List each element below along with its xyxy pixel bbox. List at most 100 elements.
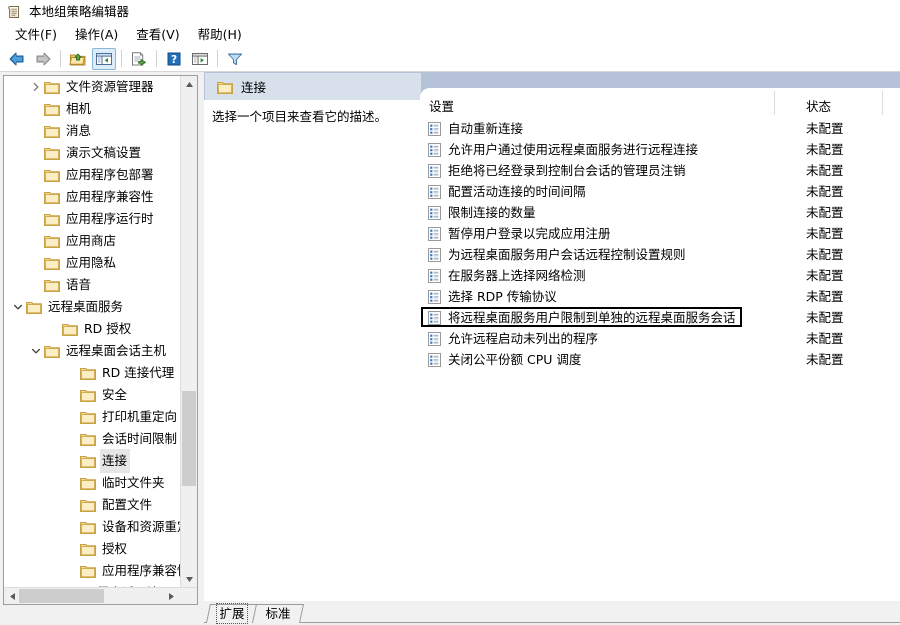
column-header-setting[interactable]: 设置 [429,96,454,115]
forward-icon[interactable] [31,48,55,70]
policy-setting-icon [428,352,441,367]
tree-vertical-scrollbar[interactable] [180,76,197,588]
tree-list: 文件资源管理器 相机 消息 演示文稿设置 应用程序包部署 应用程序兼容性 应用程序运行时 应用… [4,76,182,588]
tree-item-label: 设备和资源重定向 [102,519,182,534]
tree-item-label: 会话时间限制 [102,431,178,446]
tree-item[interactable]: 设备和资源重定向 [4,516,182,538]
tree-item[interactable]: 配置文件 [4,494,182,516]
tree-item[interactable]: 连接 [4,449,182,473]
chevron-right-icon[interactable] [28,76,44,98]
table-row[interactable]: 允许远程启动未列出的程序 未配置 [420,328,900,349]
folder-icon [80,432,96,446]
table-row[interactable]: 为远程桌面服务用户会话远程控制设置规则 未配置 [420,244,900,265]
tree-item[interactable]: 远程桌面会话主机 [4,340,182,362]
tree-item[interactable]: 应用程序兼容性 [4,560,182,582]
tree-twisty-spacer [64,538,80,560]
scroll-right-arrow-icon[interactable] [163,588,180,604]
tree-item[interactable]: 文件资源管理器 [4,76,182,98]
export-list-icon[interactable] [127,48,151,70]
window-title: 本地组策略编辑器 [29,4,130,19]
tab-standard[interactable]: 标准 [251,604,305,623]
tree-twisty-spacer [28,120,44,142]
menu-action[interactable]: 操作(A) [66,25,127,45]
tab-baseline [204,622,900,623]
menu-view[interactable]: 查看(V) [127,25,188,45]
tree-item[interactable]: 应用程序包部署 [4,164,182,186]
tree-item[interactable]: 消息 [4,120,182,142]
tree-item-label: RD 连接代理 [102,365,175,380]
menu-help[interactable]: 帮助(H) [189,25,251,45]
tree-item[interactable]: 安全 [4,384,182,406]
folder-icon [44,212,60,226]
table-row[interactable]: 关闭公平份额 CPU 调度 未配置 [420,349,900,370]
up-folder-icon[interactable] [66,48,90,70]
tree-item[interactable]: 应用程序运行时 [4,208,182,230]
help-icon[interactable]: ? [162,48,186,70]
tree-twisty-spacer [64,450,80,472]
folder-icon [62,322,78,336]
folder-icon [44,234,60,248]
table-row[interactable]: 在服务器上选择网络检测 未配置 [420,265,900,286]
table-row[interactable]: 暂停用户登录以完成应用注册 未配置 [420,223,900,244]
setting-state: 未配置 [806,204,844,220]
tree-item[interactable]: RD 授权 [4,318,182,340]
column-header-state[interactable]: 状态 [806,96,831,115]
back-icon[interactable] [5,48,29,70]
table-row[interactable]: 配置活动连接的时间间隔 未配置 [420,181,900,202]
table-row[interactable]: 拒绝将已经登录到控制台会话的管理员注销 未配置 [420,160,900,181]
bottom-tab-strip: 扩展 标准 [204,601,900,625]
column-separator-1[interactable] [774,91,775,115]
chevron-down-icon[interactable] [28,340,44,362]
tree-item[interactable]: 应用程序兼容性 [4,186,182,208]
setting-name: 为远程桌面服务用户会话远程控制设置规则 [448,246,686,262]
tree-item[interactable]: 应用商店 [4,230,182,252]
folder-icon [44,146,60,160]
right-pane: 连接 选择一个项目来查看它的描述。 设置 状态 自动重新连接 未配置 允许用户通过使… [204,72,900,625]
tree-item[interactable]: 会话时间限制 [4,428,182,450]
policy-setting-icon [428,163,441,178]
tree-item[interactable]: 临时文件夹 [4,472,182,494]
tree-item[interactable]: 应用隐私 [4,252,182,274]
setting-name: 限制连接的数量 [448,204,536,220]
tree-item[interactable]: 打印机重定向 [4,406,182,428]
tree-hscroll-thumb[interactable] [19,589,104,603]
chevron-down-icon[interactable] [10,296,26,318]
tree-item[interactable]: 相机 [4,98,182,120]
tree-item[interactable]: 远程桌面服务 [4,296,182,318]
svg-text:?: ? [171,54,177,66]
tree-item-label: 语音 [66,277,92,292]
table-row[interactable]: 将远程桌面服务用户限制到单独的远程桌面服务会话 未配置 [420,307,900,328]
setting-name: 自动重新连接 [448,120,524,136]
scroll-up-arrow-icon[interactable] [181,76,197,93]
folder-icon [44,256,60,270]
tree-item[interactable]: 语音 [4,274,182,296]
column-separator-2[interactable] [882,91,883,115]
tree-item-label: 消息 [66,123,92,138]
tree-twisty-spacer [64,384,80,406]
tree-twisty-spacer [28,208,44,230]
tree-item[interactable]: RD 连接代理 [4,362,182,384]
tree-twisty-spacer [46,318,62,340]
tree-item[interactable]: 授权 [4,538,182,560]
tree-item-label: 相机 [66,101,92,116]
setting-name: 允许用户通过使用远程桌面服务进行远程连接 [448,141,699,157]
menu-file[interactable]: 文件(F) [6,25,66,45]
show-hide-tree-icon[interactable] [92,47,116,70]
table-row[interactable]: 允许用户通过使用远程桌面服务进行远程连接 未配置 [420,139,900,160]
table-row[interactable]: 限制连接的数量 未配置 [420,202,900,223]
tab-extended[interactable]: 扩展 [205,603,259,624]
tree-item[interactable]: 演示文稿设置 [4,142,182,164]
tree-item-label: 打印机重定向 [102,409,178,424]
tree-twisty-spacer [64,428,80,450]
show-console-icon[interactable] [188,48,212,70]
filter-icon[interactable] [223,48,247,70]
tree-scroll-thumb[interactable] [182,391,196,486]
tree-item-label: 应用程序兼容性 [102,563,182,578]
folder-icon [44,168,60,182]
tree-horizontal-scrollbar[interactable] [4,587,197,604]
table-row[interactable]: 自动重新连接 未配置 [420,118,900,139]
tree-item-label: RD 授权 [84,321,132,336]
table-row[interactable]: 选择 RDP 传输协议 未配置 [420,286,900,307]
scroll-down-arrow-icon[interactable] [181,571,197,588]
folder-icon [44,344,60,358]
